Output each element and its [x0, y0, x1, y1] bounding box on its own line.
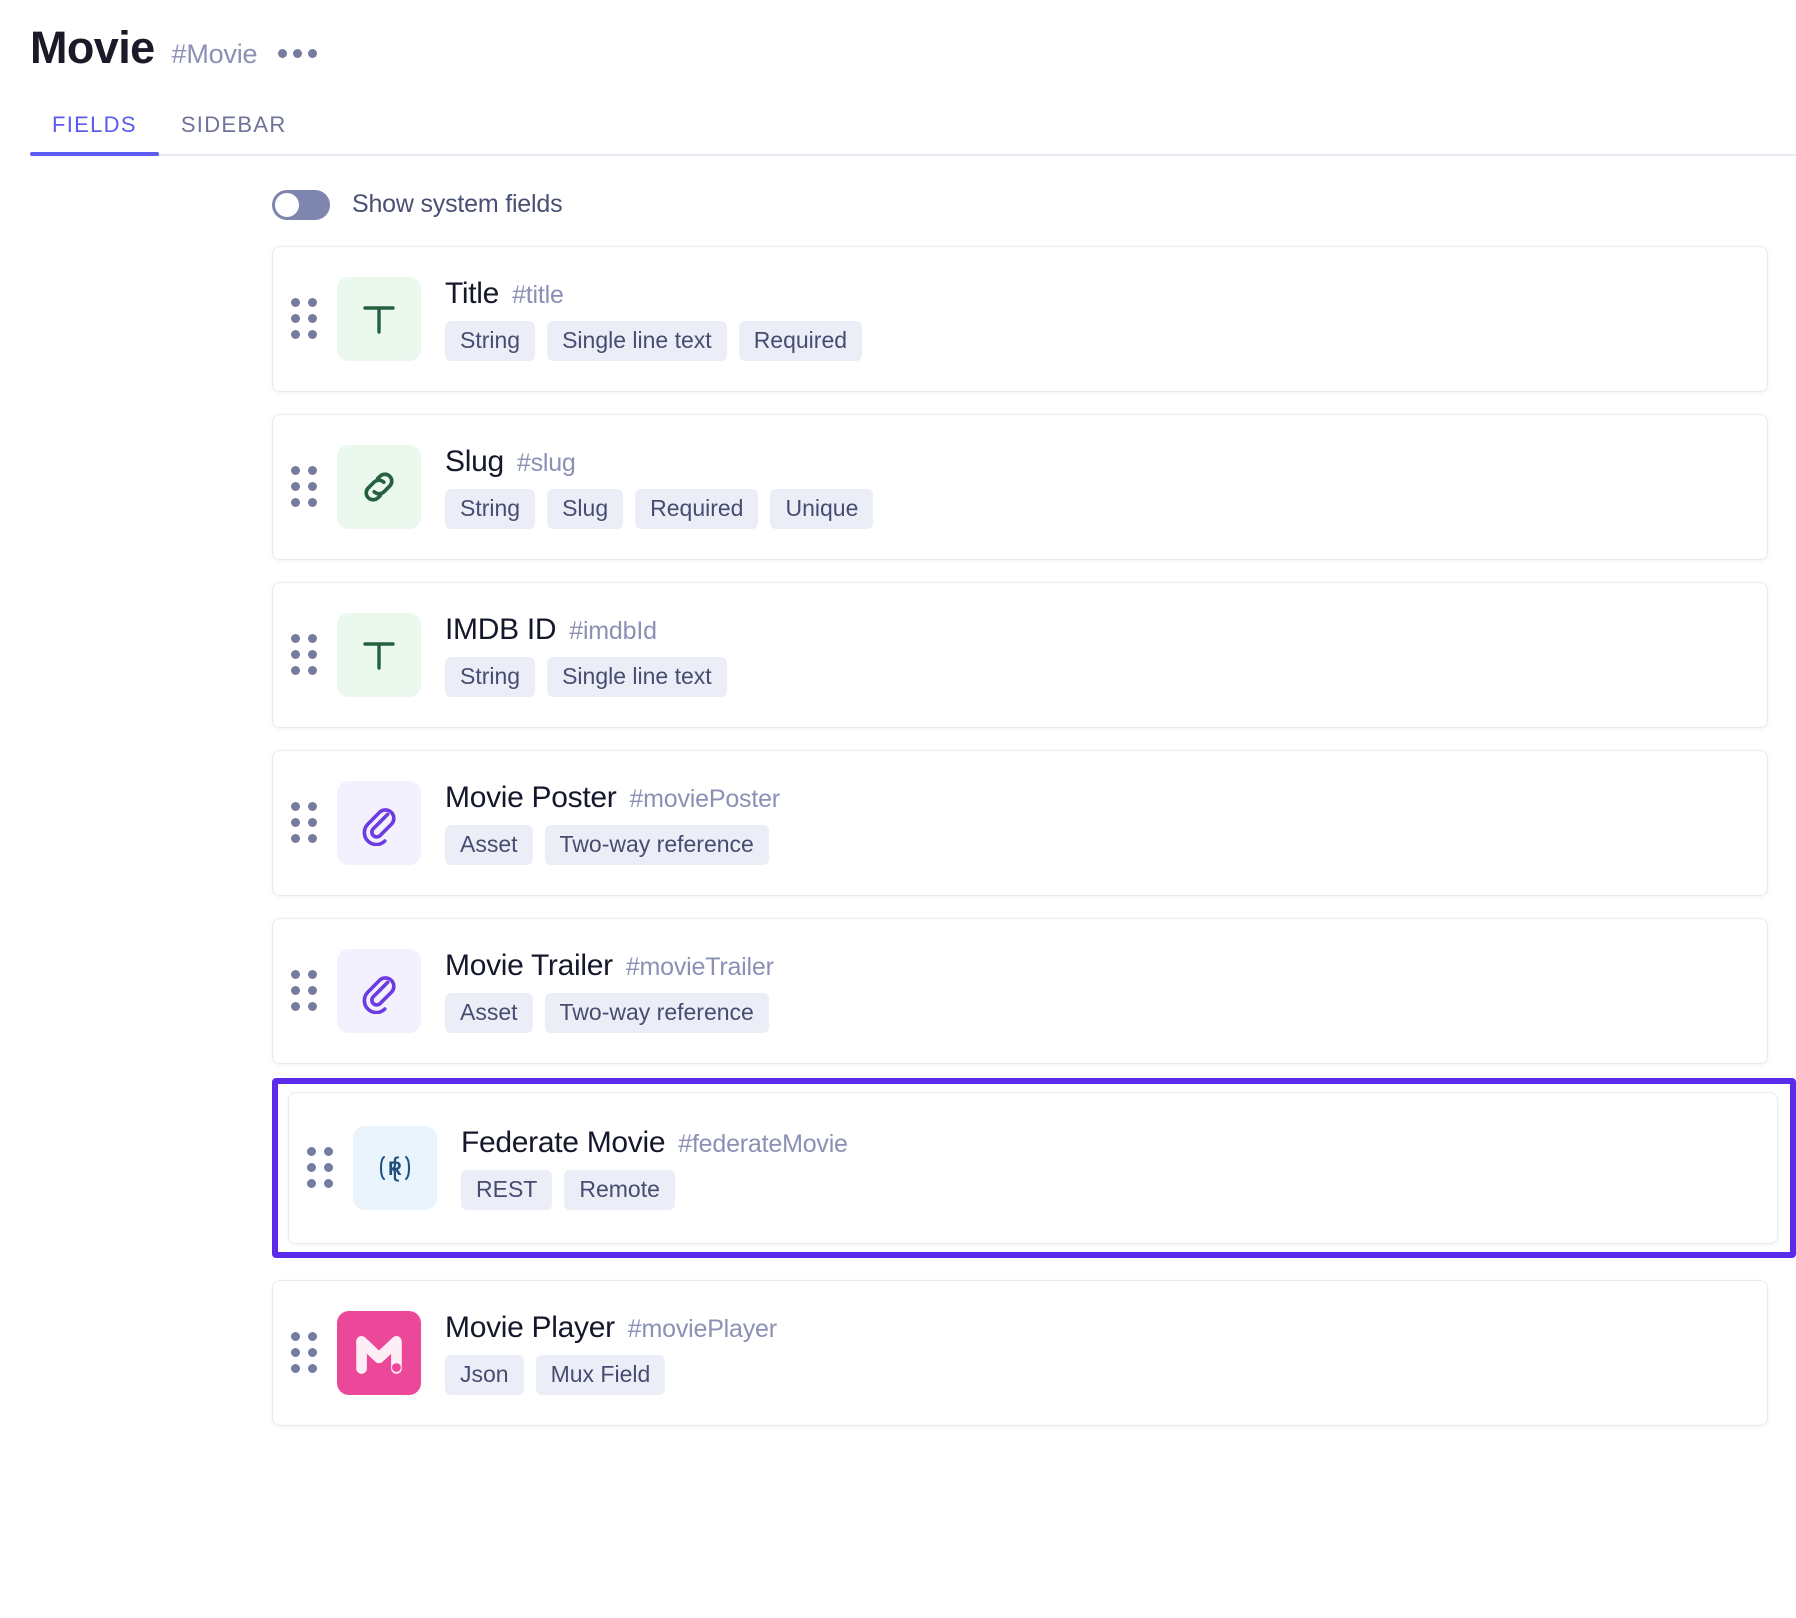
mux-logo-icon [337, 1311, 421, 1395]
drag-handle-icon[interactable] [291, 970, 321, 1011]
field-api-id: #title [512, 281, 564, 310]
field-body: Title #title String Single line text Req… [445, 277, 862, 361]
field-tag: Single line text [547, 321, 727, 361]
field-card-slug[interactable]: Slug #slug String Slug Required Unique [272, 414, 1768, 560]
field-tags: REST Remote [461, 1170, 848, 1210]
field-name-row: Movie Player #moviePlayer [445, 1311, 777, 1345]
field-list: Title #title String Single line text Req… [0, 246, 1796, 1426]
show-system-fields-toggle[interactable] [272, 190, 330, 220]
field-name: Slug [445, 445, 504, 479]
field-row-wrapper-highlighted: { R Federate Movie #federateMovie [272, 1078, 1796, 1258]
field-card-movie-trailer[interactable]: Movie Trailer #movieTrailer Asset Two-wa… [272, 918, 1768, 1064]
text-field-icon [337, 613, 421, 697]
field-tags: Json Mux Field [445, 1355, 777, 1395]
tab-fields[interactable]: FIELDS [30, 112, 159, 154]
drag-handle-icon[interactable] [307, 1147, 337, 1188]
field-tag: Required [635, 489, 758, 529]
field-tag: Mux Field [536, 1355, 666, 1395]
field-body: Movie Poster #moviePoster Asset Two-way … [445, 781, 780, 865]
field-body: Federate Movie #federateMovie REST Remot… [461, 1126, 848, 1210]
field-name-row: Title #title [445, 277, 862, 311]
dot [308, 49, 317, 58]
page-header: Movie #Movie [0, 0, 1796, 74]
link-icon [337, 445, 421, 529]
field-card-movie-player[interactable]: Movie Player #moviePlayer Json Mux Field [272, 1280, 1768, 1426]
field-tags: Asset Two-way reference [445, 825, 780, 865]
field-tag: Asset [445, 825, 533, 865]
paperclip-icon [337, 949, 421, 1033]
field-row-wrapper: IMDB ID #imdbId String Single line text [272, 582, 1796, 728]
toggle-knob [275, 193, 299, 217]
model-api-id: #Movie [172, 39, 258, 70]
svg-text:R: R [388, 1159, 402, 1180]
page-title: Movie [30, 22, 155, 74]
field-tag: Slug [547, 489, 623, 529]
field-row-wrapper: Movie Poster #moviePoster Asset Two-way … [272, 750, 1796, 896]
field-tag: String [445, 489, 535, 529]
drag-handle-icon[interactable] [291, 634, 321, 675]
show-system-fields-label: Show system fields [352, 190, 562, 219]
field-name: Federate Movie [461, 1126, 665, 1160]
field-tag: String [445, 321, 535, 361]
field-tags: Asset Two-way reference [445, 993, 774, 1033]
field-tag: Unique [770, 489, 873, 529]
field-body: IMDB ID #imdbId String Single line text [445, 613, 727, 697]
drag-handle-icon[interactable] [291, 802, 321, 843]
field-name-row: Federate Movie #federateMovie [461, 1126, 848, 1160]
field-api-id: #slug [517, 449, 576, 478]
tabbar: FIELDS SIDEBAR [30, 102, 1796, 156]
field-name-row: Slug #slug [445, 445, 873, 479]
field-tag: Single line text [547, 657, 727, 697]
title-row: Movie #Movie [30, 22, 1796, 74]
field-name: Movie Trailer [445, 949, 613, 983]
field-name: Title [445, 277, 499, 311]
field-tag: Two-way reference [545, 825, 769, 865]
text-field-icon [337, 277, 421, 361]
field-api-id: #imdbId [569, 617, 657, 646]
field-body: Slug #slug String Slug Required Unique [445, 445, 873, 529]
field-tag: String [445, 657, 535, 697]
dot [278, 49, 287, 58]
field-card-federate-movie[interactable]: { R Federate Movie #federateMovie [288, 1092, 1778, 1244]
field-name: Movie Player [445, 1311, 615, 1345]
drag-handle-icon[interactable] [291, 298, 321, 339]
field-row-wrapper: Movie Player #moviePlayer Json Mux Field [272, 1280, 1796, 1426]
field-tags: String Single line text Required [445, 321, 862, 361]
paperclip-icon [337, 781, 421, 865]
dot [293, 49, 302, 58]
field-tags: String Single line text [445, 657, 727, 697]
field-tag: Json [445, 1355, 524, 1395]
field-tag: Required [739, 321, 862, 361]
field-card-movie-poster[interactable]: Movie Poster #moviePoster Asset Two-way … [272, 750, 1768, 896]
field-api-id: #movieTrailer [626, 953, 774, 982]
field-name: IMDB ID [445, 613, 556, 647]
field-tags: String Slug Required Unique [445, 489, 873, 529]
model-fields-page: Movie #Movie FIELDS SIDEBAR Show system … [0, 0, 1796, 1618]
field-tag: REST [461, 1170, 552, 1210]
tab-sidebar[interactable]: SIDEBAR [159, 112, 309, 154]
field-name-row: IMDB ID #imdbId [445, 613, 727, 647]
field-name: Movie Poster [445, 781, 616, 815]
drag-handle-icon[interactable] [291, 466, 321, 507]
field-api-id: #moviePlayer [628, 1315, 777, 1344]
field-name-row: Movie Trailer #movieTrailer [445, 949, 774, 983]
show-system-fields-row: Show system fields [272, 190, 1796, 220]
remote-rest-icon: { R [353, 1126, 437, 1210]
field-row-wrapper: Movie Trailer #movieTrailer Asset Two-wa… [272, 918, 1796, 1064]
field-row-wrapper: Slug #slug String Slug Required Unique [272, 414, 1796, 560]
field-body: Movie Player #moviePlayer Json Mux Field [445, 1311, 777, 1395]
field-tag: Remote [564, 1170, 675, 1210]
drag-handle-icon[interactable] [291, 1332, 321, 1373]
field-tag: Two-way reference [545, 993, 769, 1033]
field-row-wrapper: Title #title String Single line text Req… [272, 246, 1796, 392]
field-card-title[interactable]: Title #title String Single line text Req… [272, 246, 1768, 392]
field-body: Movie Trailer #movieTrailer Asset Two-wa… [445, 949, 774, 1033]
field-card-imdb-id[interactable]: IMDB ID #imdbId String Single line text [272, 582, 1768, 728]
more-options-icon[interactable] [274, 43, 321, 68]
field-api-id: #moviePoster [629, 785, 779, 814]
tabbar-wrap: FIELDS SIDEBAR [0, 102, 1796, 156]
field-tag: Asset [445, 993, 533, 1033]
field-api-id: #federateMovie [678, 1130, 848, 1159]
field-name-row: Movie Poster #moviePoster [445, 781, 780, 815]
